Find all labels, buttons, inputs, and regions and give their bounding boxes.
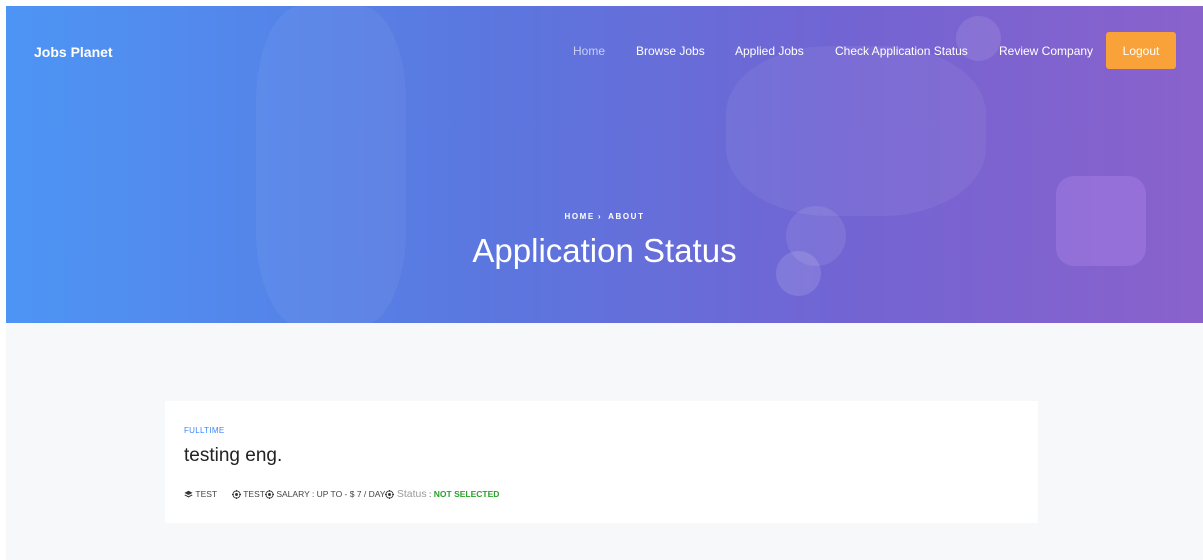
hero-background-shape (726, 46, 986, 216)
brand-logo[interactable]: Jobs Planet (34, 44, 113, 60)
logout-button[interactable]: Logout (1106, 32, 1176, 69)
hero-background-shape (256, 6, 406, 323)
nav-review-company[interactable]: Review Company (999, 44, 1093, 58)
nav-check-application-status[interactable]: Check Application Status (835, 44, 968, 58)
status-badge: NOT SELECTED (433, 489, 500, 499)
status-separator: : (429, 489, 432, 499)
breadcrumb-separator: › (597, 212, 603, 221)
breadcrumb-home[interactable]: HOME (564, 212, 594, 221)
target-icon (264, 489, 274, 499)
target-icon (231, 489, 241, 499)
job-type-badge: FULLTIME (184, 426, 225, 435)
hero-banner: Jobs Planet Home Browse Jobs Applied Job… (6, 6, 1203, 323)
page-title: Application Status (472, 232, 737, 269)
job-meta: TEST TEST SALARY : UP TO - $ 7 / DAY Sta… (184, 488, 499, 500)
nav-home[interactable]: Home (573, 44, 605, 58)
nav-browse-jobs[interactable]: Browse Jobs (636, 44, 705, 58)
page: Jobs Planet Home Browse Jobs Applied Job… (6, 6, 1203, 560)
application-card: FULLTIME testing eng. TEST TEST SALARY :… (165, 401, 1038, 523)
nav-applied-jobs[interactable]: Applied Jobs (735, 44, 804, 58)
target-icon (385, 489, 395, 499)
job-salary: SALARY : UP TO - $ 7 / DAY (276, 489, 386, 499)
status-label: Status (396, 488, 427, 500)
job-title[interactable]: testing eng. (184, 445, 282, 467)
breadcrumb-current: ABOUT (608, 212, 645, 221)
job-location: TEST (243, 489, 265, 499)
breadcrumb: HOME › ABOUT (6, 212, 1203, 221)
layers-icon (184, 490, 193, 497)
company-name: TEST (195, 489, 218, 499)
